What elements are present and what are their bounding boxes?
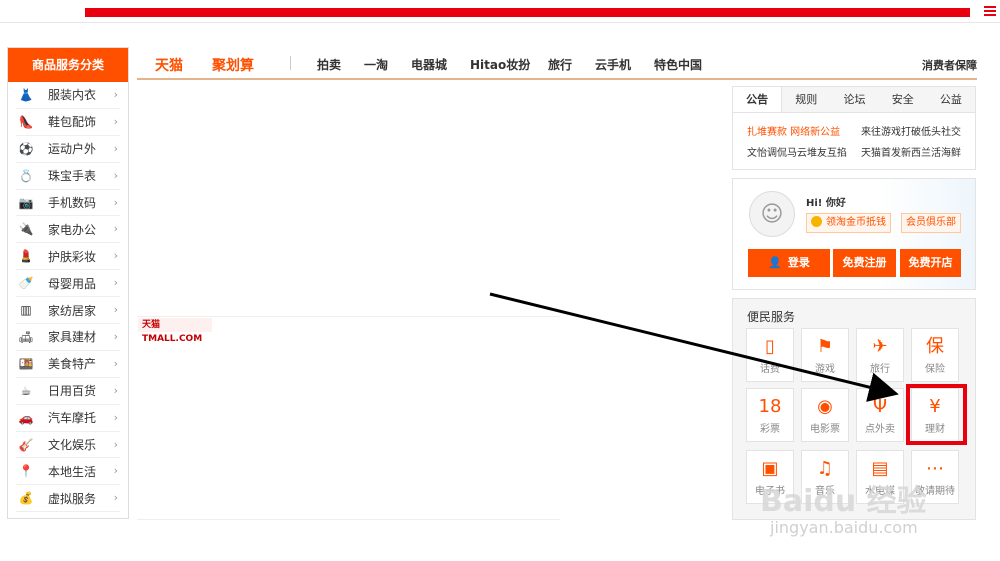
watermark-url: jingyan.baidu.com	[770, 518, 918, 537]
watermark: Baidu 经验	[760, 484, 927, 519]
page-root: 商品服务分类 👗 服装内衣 › 👠 鞋包配饰 › ⚽ 运动户外 › 💍 珠宝手表 › 📷 手机数码 › 🔌 家电…	[0, 0, 1000, 561]
